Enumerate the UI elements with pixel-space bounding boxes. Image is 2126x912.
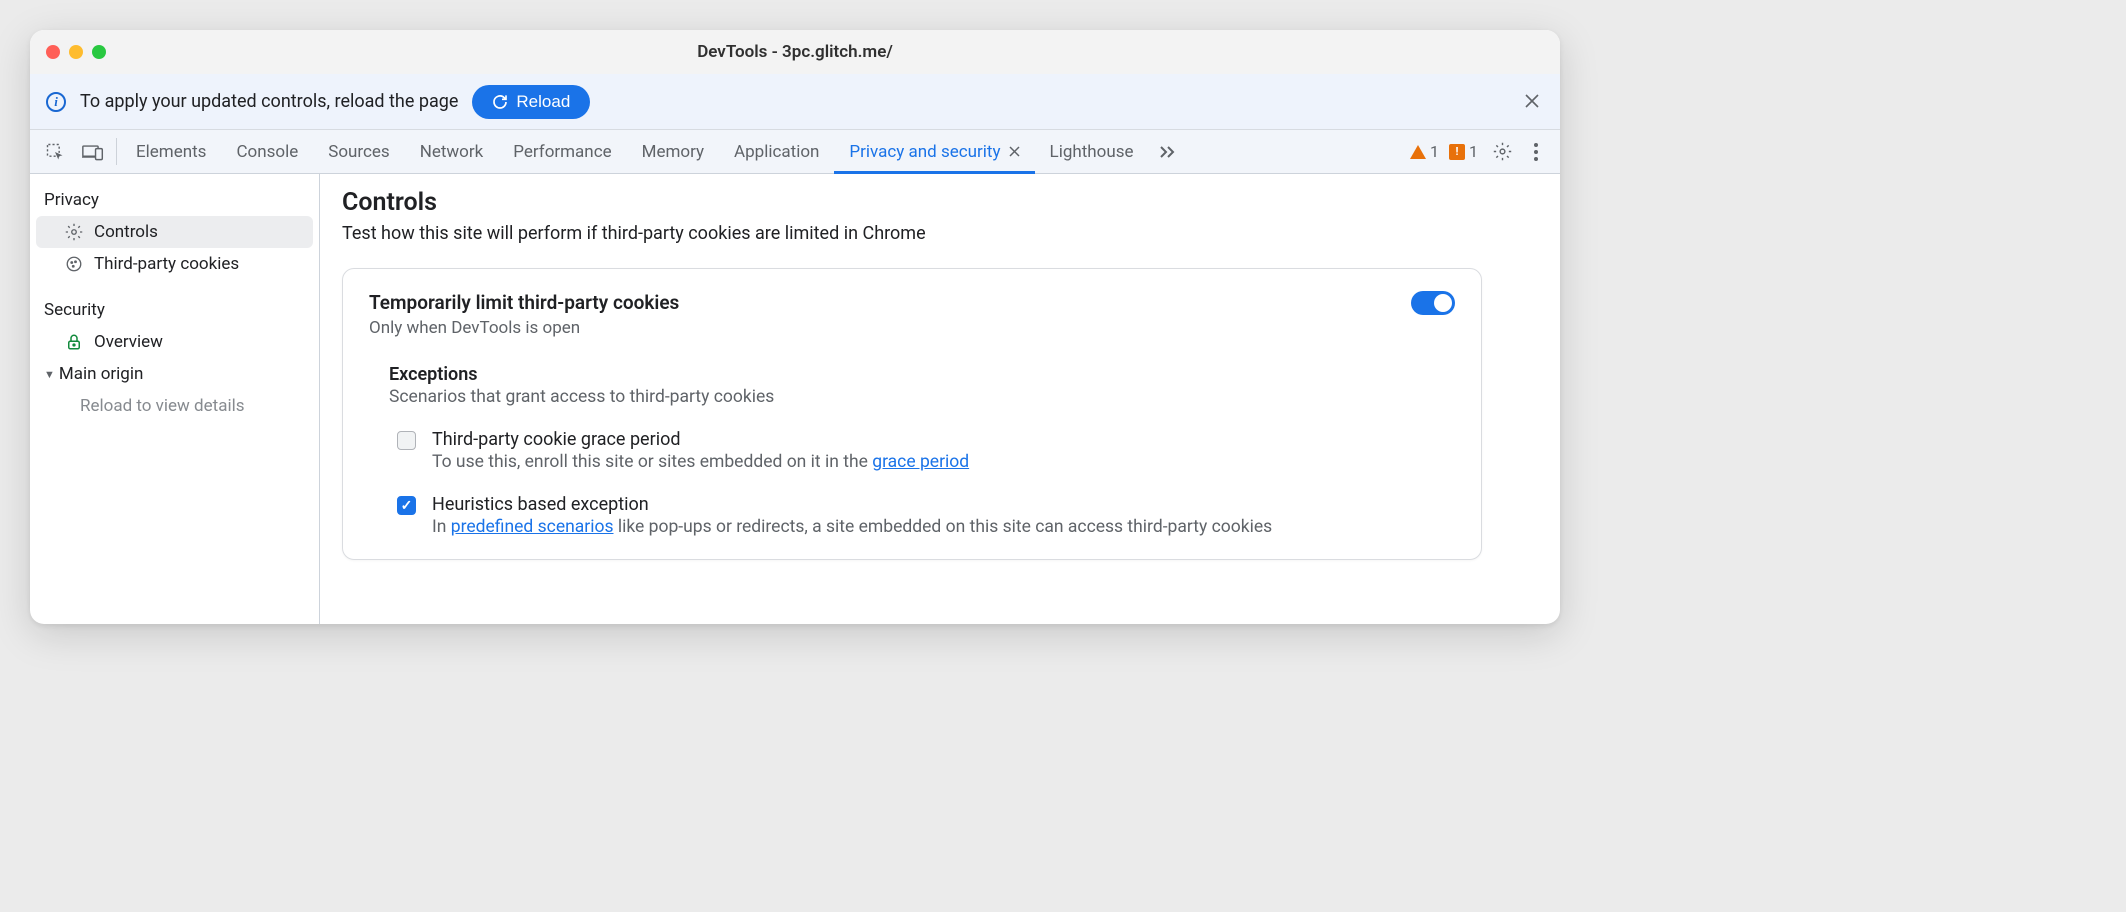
devtools-window: DevTools - 3pc.glitch.me/ i To apply you… bbox=[30, 30, 1560, 624]
predefined-scenarios-link[interactable]: predefined scenarios bbox=[451, 517, 614, 537]
card-title: Temporarily limit third-party cookies bbox=[369, 291, 679, 314]
tab-network[interactable]: Network bbox=[405, 130, 499, 173]
inspect-element-button[interactable] bbox=[36, 130, 74, 173]
sidebar-item-label: Controls bbox=[94, 222, 158, 242]
exception-grace-period: Third-party cookie grace period To use t… bbox=[389, 429, 1455, 472]
tab-privacy-security[interactable]: Privacy and security bbox=[834, 130, 1034, 173]
sidebar-item-label: Third-party cookies bbox=[94, 254, 239, 274]
grace-period-checkbox bbox=[397, 431, 416, 450]
infobar-message: To apply your updated controls, reload t… bbox=[80, 91, 458, 112]
tab-label: Memory bbox=[642, 142, 704, 162]
reload-button-label: Reload bbox=[516, 92, 570, 112]
panel-body: Privacy Controls Third-party cookies Sec… bbox=[30, 174, 1560, 624]
tab-close-button[interactable] bbox=[1009, 143, 1020, 161]
issues-count: 1 bbox=[1469, 142, 1478, 161]
toolbar-divider bbox=[116, 138, 117, 165]
reload-infobar: i To apply your updated controls, reload… bbox=[30, 74, 1560, 130]
card-header: Temporarily limit third-party cookies On… bbox=[369, 291, 1455, 338]
infobar-close-button[interactable] bbox=[1520, 86, 1544, 118]
tab-label: Performance bbox=[513, 142, 611, 162]
more-options-button[interactable] bbox=[1526, 143, 1546, 161]
exception-desc-text: To use this, enroll this site or sites e… bbox=[432, 452, 872, 472]
issue-icon: ! bbox=[1449, 144, 1465, 160]
sidebar-heading-security: Security bbox=[30, 294, 319, 326]
sidebar-item-overview[interactable]: Overview bbox=[30, 326, 319, 358]
page-heading: Controls bbox=[342, 188, 1538, 217]
page-subtitle: Test how this site will perform if third… bbox=[342, 223, 1538, 244]
limit-cookies-card: Temporarily limit third-party cookies On… bbox=[342, 268, 1482, 560]
sidebar-item-controls[interactable]: Controls bbox=[36, 216, 313, 248]
lock-icon bbox=[64, 332, 84, 352]
kebab-icon bbox=[1534, 143, 1538, 161]
exception-label: Third-party cookie grace period bbox=[432, 429, 969, 450]
card-subtitle: Only when DevTools is open bbox=[369, 318, 679, 338]
panel-tabbar: Elements Console Sources Network Perform… bbox=[30, 130, 1560, 174]
grace-period-link[interactable]: grace period bbox=[872, 452, 969, 472]
more-tabs-button[interactable] bbox=[1149, 130, 1187, 173]
tab-sources[interactable]: Sources bbox=[313, 130, 404, 173]
tab-label: Elements bbox=[136, 142, 206, 162]
warnings-indicator[interactable]: 1 bbox=[1410, 142, 1439, 161]
gear-icon bbox=[1493, 142, 1512, 161]
caret-down-icon: ▼ bbox=[44, 368, 55, 381]
issues-indicator[interactable]: ! 1 bbox=[1449, 142, 1478, 161]
tab-performance[interactable]: Performance bbox=[498, 130, 626, 173]
tab-label: Lighthouse bbox=[1050, 142, 1134, 162]
limit-cookies-toggle[interactable] bbox=[1411, 291, 1455, 315]
window-title: DevTools - 3pc.glitch.me/ bbox=[30, 42, 1560, 62]
tab-label: Application bbox=[734, 142, 819, 162]
tab-label: Network bbox=[420, 142, 484, 162]
exception-description: In predefined scenarios like pop-ups or … bbox=[432, 517, 1272, 537]
exception-description: To use this, enroll this site or sites e… bbox=[432, 452, 969, 472]
cookie-icon bbox=[64, 254, 84, 274]
main-content: Controls Test how this site will perform… bbox=[320, 174, 1560, 624]
tab-label: Privacy and security bbox=[849, 142, 1000, 162]
tab-label: Sources bbox=[328, 142, 389, 162]
sidebar-reload-hint: Reload to view details bbox=[30, 390, 319, 422]
info-icon: i bbox=[46, 92, 66, 112]
exceptions-heading: Exceptions bbox=[389, 364, 1455, 385]
tab-lighthouse[interactable]: Lighthouse bbox=[1035, 130, 1149, 173]
exception-heuristics: Heuristics based exception In predefined… bbox=[389, 494, 1455, 537]
exception-desc-text: like pop-ups or redirects, a site embedd… bbox=[614, 517, 1273, 537]
close-window-button[interactable] bbox=[46, 45, 60, 59]
sidebar-item-third-party-cookies[interactable]: Third-party cookies bbox=[30, 248, 319, 280]
close-icon bbox=[1009, 146, 1020, 157]
warnings-count: 1 bbox=[1430, 142, 1439, 161]
reload-icon bbox=[492, 94, 508, 110]
tab-console[interactable]: Console bbox=[221, 130, 313, 173]
sidebar-heading-privacy: Privacy bbox=[30, 184, 319, 216]
sidebar-item-label: Main origin bbox=[59, 364, 144, 384]
fullscreen-window-button[interactable] bbox=[92, 45, 106, 59]
exceptions-section: Exceptions Scenarios that grant access t… bbox=[369, 364, 1455, 537]
exceptions-subtitle: Scenarios that grant access to third-par… bbox=[389, 387, 1455, 407]
heuristics-checkbox[interactable] bbox=[397, 496, 416, 515]
titlebar: DevTools - 3pc.glitch.me/ bbox=[30, 30, 1560, 74]
toolbar-right: 1 ! 1 bbox=[1410, 130, 1554, 173]
sidebar: Privacy Controls Third-party cookies Sec… bbox=[30, 174, 320, 624]
settings-button[interactable] bbox=[1488, 142, 1516, 161]
warning-icon bbox=[1410, 145, 1426, 159]
gear-icon bbox=[64, 222, 84, 242]
close-icon bbox=[1524, 93, 1540, 109]
traffic-lights bbox=[46, 45, 106, 59]
tab-elements[interactable]: Elements bbox=[121, 130, 221, 173]
tab-application[interactable]: Application bbox=[719, 130, 834, 173]
minimize-window-button[interactable] bbox=[69, 45, 83, 59]
device-toggle-button[interactable] bbox=[74, 130, 112, 173]
sidebar-item-main-origin[interactable]: ▼ Main origin bbox=[30, 358, 319, 390]
exception-label: Heuristics based exception bbox=[432, 494, 1272, 515]
reload-button[interactable]: Reload bbox=[472, 85, 590, 119]
tab-label: Console bbox=[236, 142, 298, 162]
sidebar-item-label: Overview bbox=[94, 332, 163, 352]
chevron-double-right-icon bbox=[1159, 145, 1177, 159]
tab-memory[interactable]: Memory bbox=[627, 130, 719, 173]
exception-desc-text: In bbox=[432, 517, 451, 537]
